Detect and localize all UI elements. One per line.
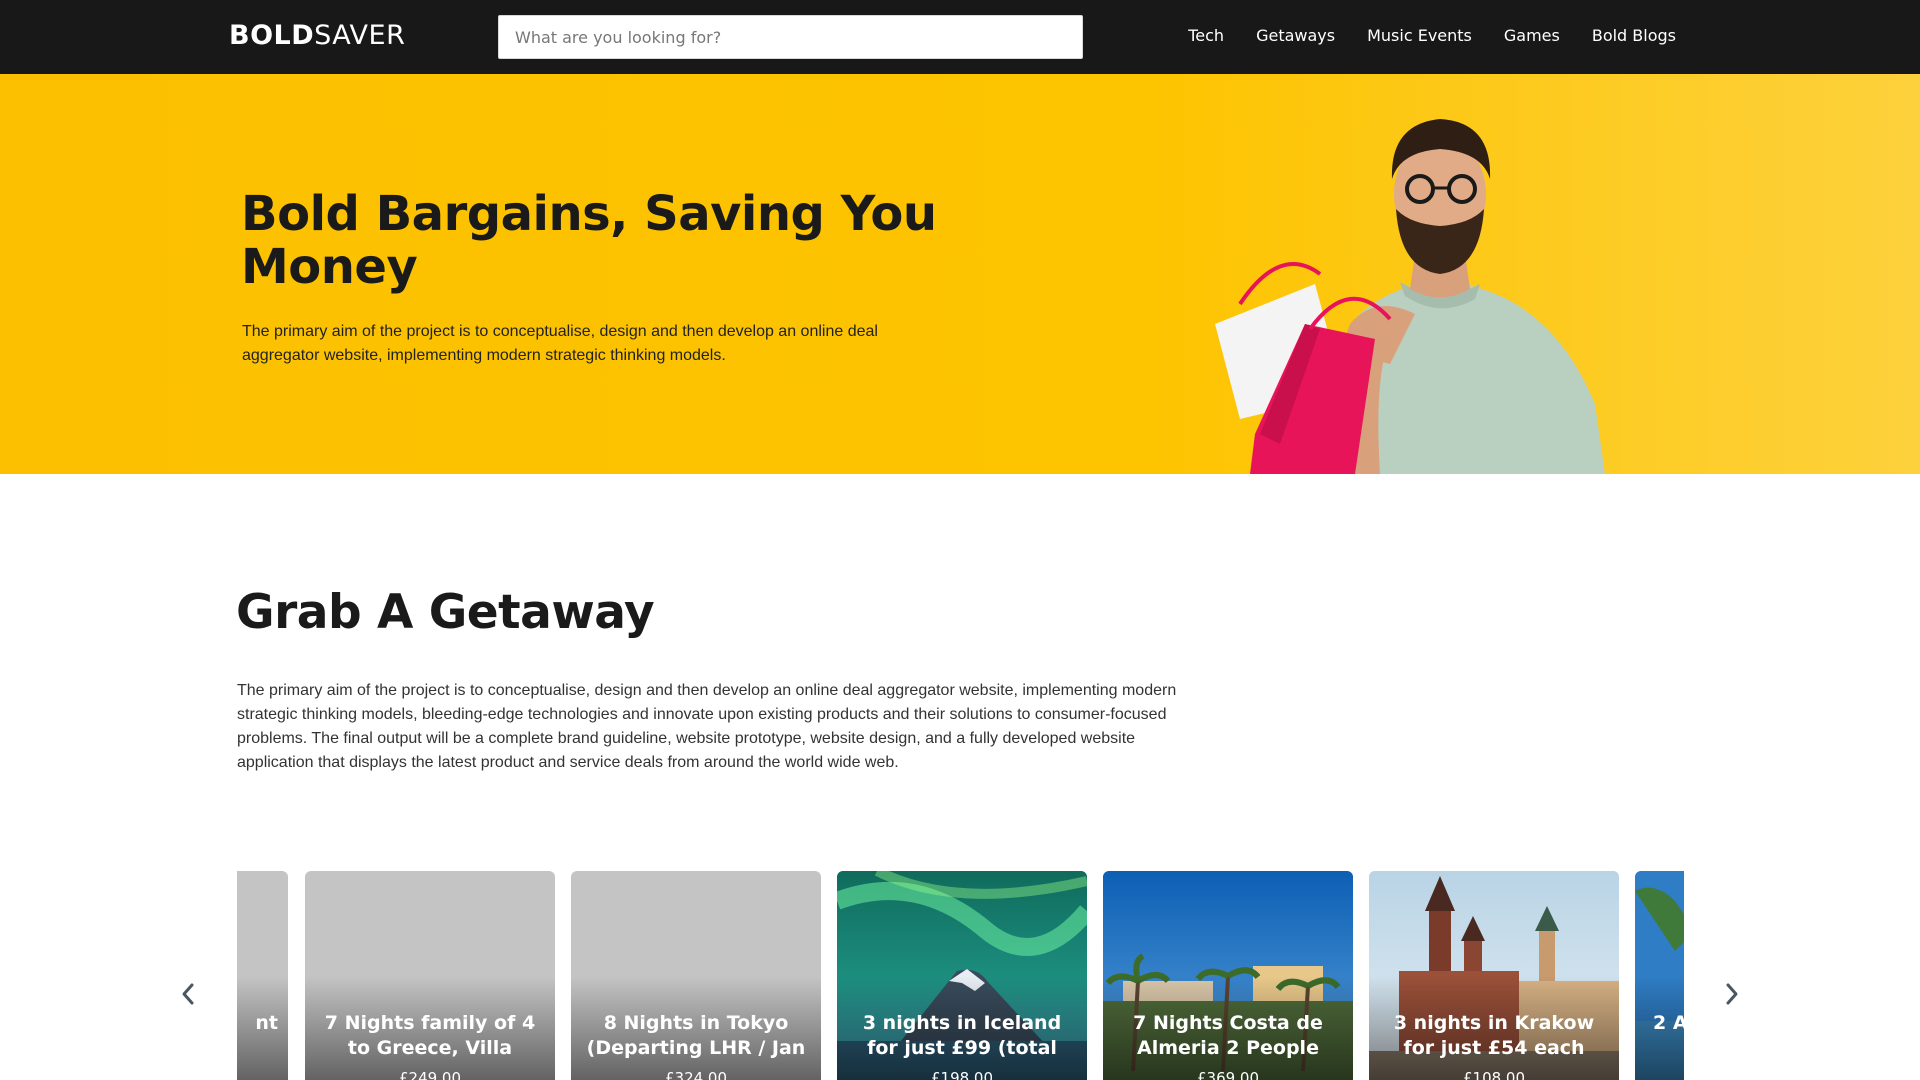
deal-card[interactable]: 2 Au (1635, 871, 1684, 1080)
deal-price: £369.00 (1196, 1069, 1260, 1080)
chevron-right-icon (1726, 983, 1738, 1005)
hero-title: Bold Bargains, Saving You Money (241, 186, 937, 295)
nav-link-music-events[interactable]: Music Events (1367, 26, 1472, 45)
nav-link-getaways[interactable]: Getaways (1256, 26, 1335, 45)
deal-title: 3 nights in Iceland for just £99 (total (862, 1012, 1062, 1059)
getaway-section-description: The primary aim of the project is to con… (237, 682, 1177, 771)
deal-card[interactable]: nt (237, 871, 288, 1080)
deal-title: 2 Au (1653, 1012, 1684, 1034)
hero-banner: Bold Bargains, Saving You Money The prim… (0, 74, 1920, 474)
nav-link-tech[interactable]: Tech (1188, 26, 1224, 45)
deal-price: £198.00 (930, 1069, 994, 1080)
deal-title: 7 Nights family of 4 to Greece, Villa (324, 1012, 536, 1059)
deal-price: £324.00 (664, 1069, 728, 1080)
carousel-next-button[interactable] (1722, 981, 1742, 1007)
deal-price: £249.00 (398, 1069, 462, 1080)
hero-description: The primary aim of the project is to con… (242, 323, 878, 364)
deal-price: £108.00 (1462, 1069, 1526, 1080)
deal-title: 3 nights in Krakow for just £54 each (1393, 1012, 1595, 1059)
main-nav: Tech Getaways Music Events Games Bold Bl… (1188, 26, 1676, 45)
deal-card[interactable]: 3 nights in Krakow for just £54 each £10… (1369, 871, 1619, 1080)
site-logo[interactable]: BOLDSAVER (229, 20, 405, 51)
search-input[interactable] (498, 15, 1083, 59)
deal-title: 7 Nights Costa de Almeria 2 People (1133, 1012, 1323, 1059)
getaway-section-title: Grab A Getaway (236, 585, 655, 640)
chevron-left-icon (182, 983, 194, 1005)
deal-card[interactable]: 3 nights in Iceland for just £99 (total … (837, 871, 1087, 1080)
top-navbar: BOLDSAVER Tech Getaways Music Events Gam… (0, 0, 1920, 74)
nav-link-bold-blogs[interactable]: Bold Blogs (1592, 26, 1676, 45)
carousel-prev-button[interactable] (178, 981, 198, 1007)
deal-title: nt (255, 1012, 278, 1034)
deal-card[interactable]: 7 Nights family of 4 to Greece, Villa £2… (305, 871, 555, 1080)
nav-link-games[interactable]: Games (1504, 26, 1560, 45)
deal-card[interactable]: 7 Nights Costa de Almeria 2 People £369.… (1103, 871, 1353, 1080)
shopper-with-bags-image (1215, 119, 1605, 474)
getaway-carousel: nt 7 Nights family of 4 to Greece, Villa… (237, 871, 1684, 1080)
deal-card[interactable]: 8 Nights in Tokyo (Departing LHR / Jan £… (571, 871, 821, 1080)
deal-title: 8 Nights in Tokyo (Departing LHR / Jan (586, 1012, 806, 1059)
